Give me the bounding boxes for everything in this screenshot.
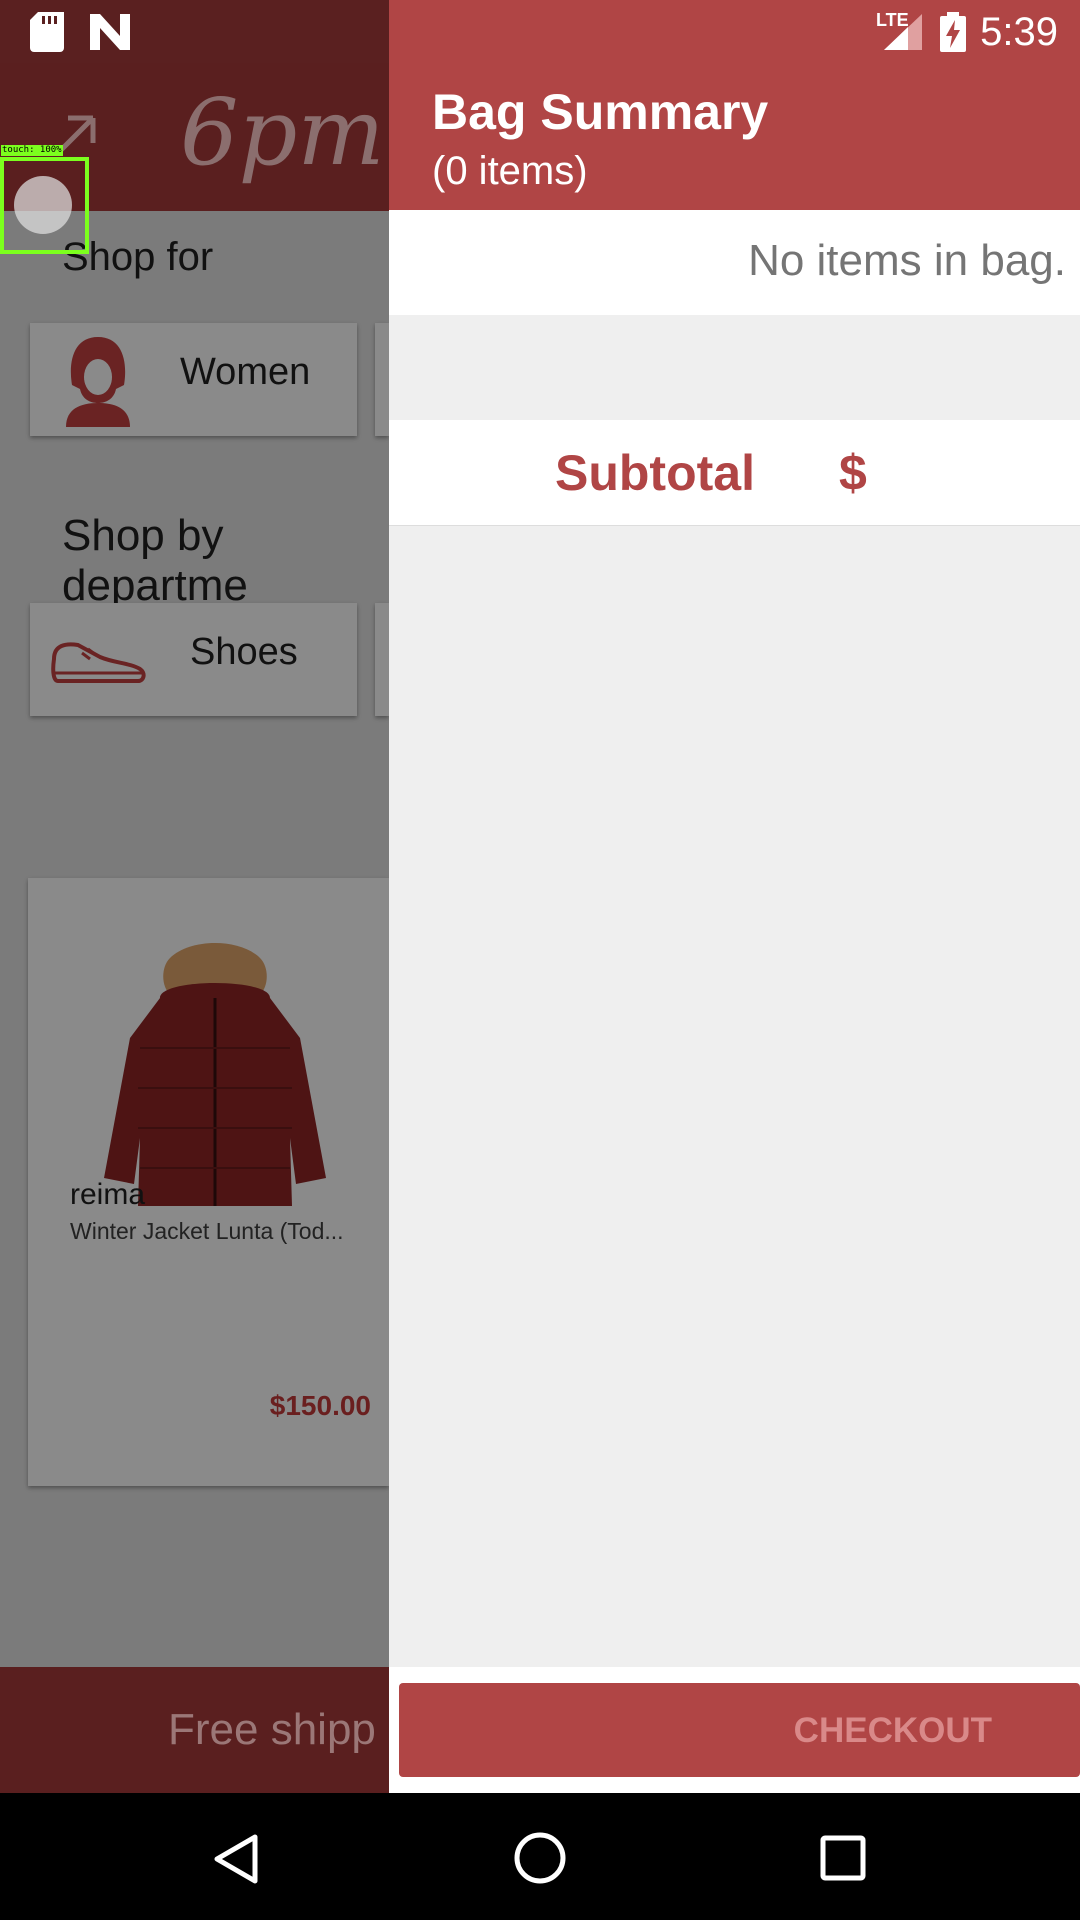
- battery-charging-icon: [940, 12, 966, 52]
- product-image-jacket: [104, 943, 326, 1206]
- drawer-title: Bag Summary: [432, 84, 769, 140]
- empty-bag-message: No items in bag.: [748, 236, 1066, 285]
- status-bar: LTE 5:39: [0, 0, 1080, 63]
- category-card-partial[interactable]: [375, 323, 389, 436]
- app-logo: 6pm: [180, 79, 385, 186]
- subtotal-row: Subtotal $: [389, 420, 1080, 526]
- touch-point: [14, 176, 72, 234]
- product-name: Winter Jacket Lunta (Tod...: [70, 1218, 344, 1244]
- empty-bag-row: No items in bag.: [389, 210, 1080, 315]
- touch-indicator-label: touch: 100%: [1, 145, 63, 156]
- background-app-scrim[interactable]: 6pm Shop for Women Shop by departme Shoe…: [0, 63, 389, 1793]
- shoes-category-card[interactable]: Shoes: [30, 603, 357, 716]
- back-nav-icon[interactable]: [213, 1833, 259, 1885]
- free-shipping-banner[interactable]: Free shipp: [0, 1667, 389, 1793]
- product-card[interactable]: reima Winter Jacket Lunta (Tod... $150.0…: [28, 878, 389, 1486]
- item-count: (0 items): [432, 149, 588, 193]
- bag-summary-drawer: Bag Summary (0 items) No items in bag. S…: [389, 63, 1080, 1793]
- product-brand: reima: [70, 1178, 146, 1211]
- women-label: Women: [180, 351, 311, 393]
- women-category-card[interactable]: Women: [30, 323, 357, 436]
- banner-text: Free shipp: [168, 1705, 376, 1754]
- subtotal-value: $: [839, 445, 867, 501]
- recents-nav-icon[interactable]: [820, 1835, 866, 1881]
- lte-signal-icon: [884, 14, 922, 50]
- shoes-label: Shoes: [190, 631, 298, 673]
- checkout-label: CHECKOUT: [793, 1711, 992, 1750]
- woman-icon: [66, 337, 130, 427]
- home-nav-icon[interactable]: [513, 1831, 567, 1885]
- subtotal-label: Subtotal: [555, 445, 755, 501]
- checkout-area: CHECKOUT: [389, 1667, 1080, 1793]
- n-icon: [90, 14, 130, 50]
- checkout-button[interactable]: CHECKOUT: [399, 1683, 1080, 1777]
- drawer-header: Bag Summary (0 items): [389, 63, 1080, 210]
- product-price: $150.00: [269, 1390, 371, 1421]
- category-card-partial[interactable]: [375, 603, 389, 716]
- navigation-bar: [0, 1793, 1080, 1920]
- shop-by-department-title: Shop by departme: [62, 511, 248, 610]
- clock: 5:39: [980, 10, 1058, 54]
- sneaker-icon: [51, 642, 146, 683]
- sd-card-icon: [30, 12, 64, 52]
